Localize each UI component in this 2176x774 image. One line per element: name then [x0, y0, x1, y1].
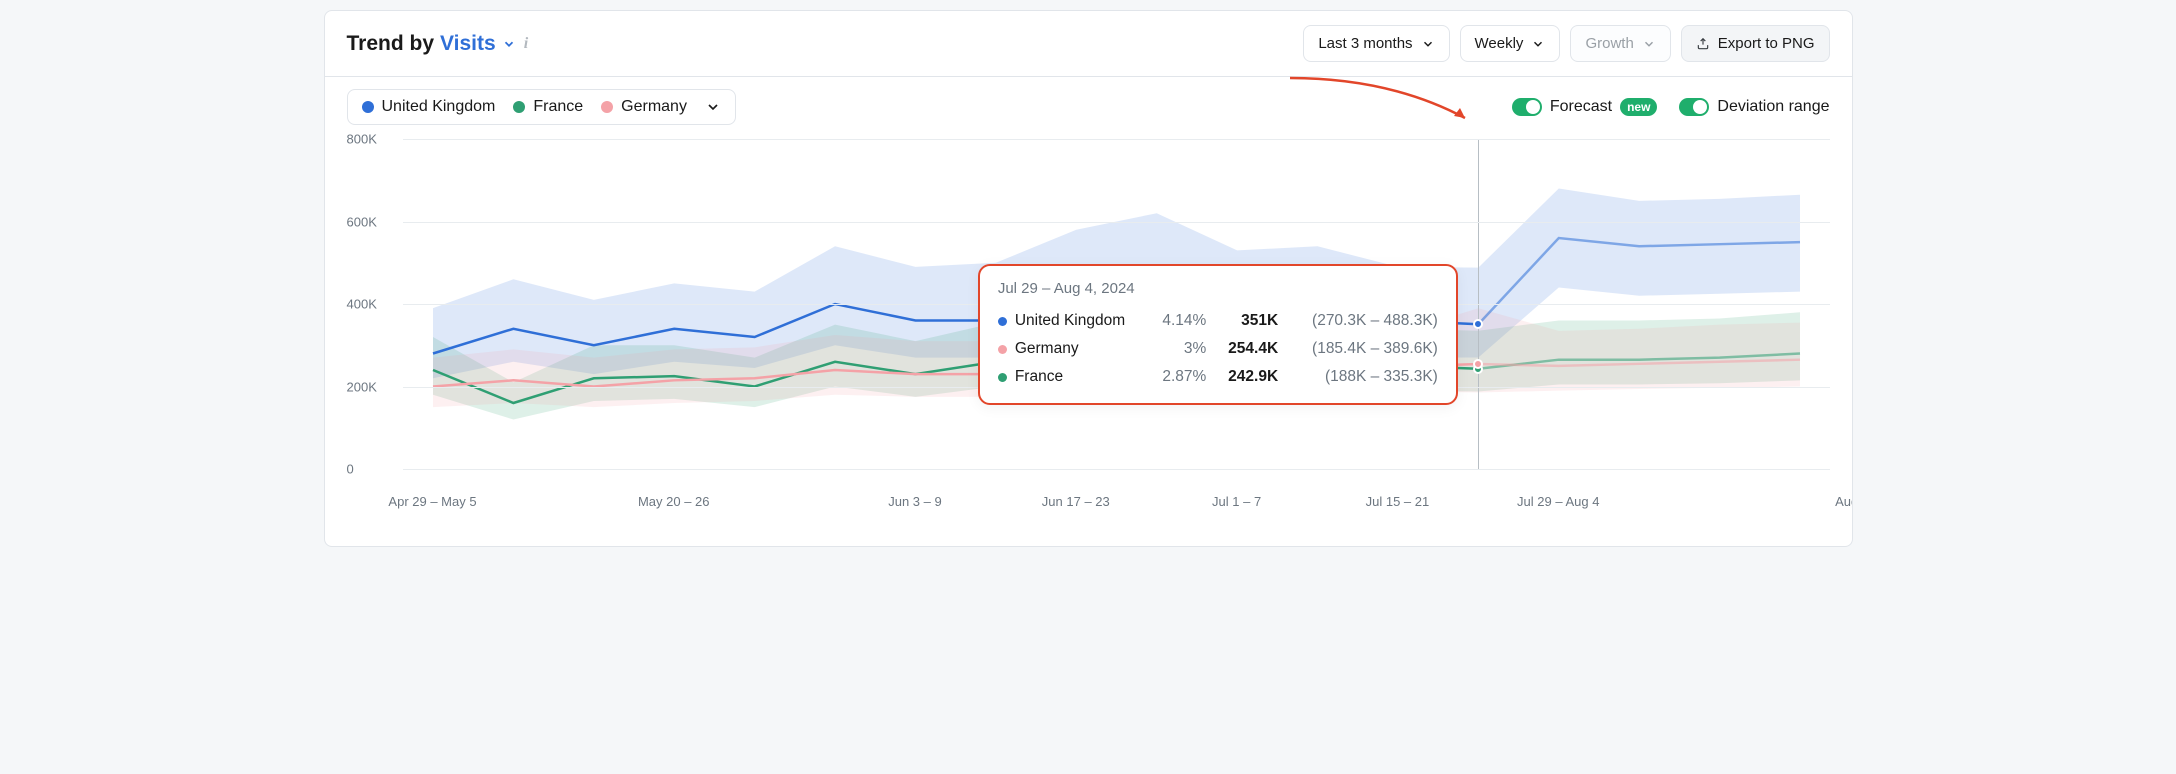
y-axis-label: 800K: [347, 132, 377, 147]
toggle-group: Forecast new Deviation range: [1512, 98, 1830, 116]
y-axis-label: 400K: [347, 297, 377, 312]
chart-tooltip: Jul 29 – Aug 4, 2024 United Kingdom4.14%3…: [978, 264, 1458, 405]
legend-row: United Kingdom France Germany: [347, 89, 1830, 125]
legend-dot: [362, 101, 374, 113]
metric-dropdown[interactable]: Visits: [440, 32, 516, 56]
y-axis-label: 0: [347, 462, 354, 477]
tooltip-row: France2.87%242.9K(188K – 335.3K): [998, 363, 1438, 391]
y-axis-label: 600K: [347, 214, 377, 229]
x-axis-label: Jul 1 – 7: [1212, 494, 1261, 509]
card-header: Trend by Visits i Last 3 months Weekly G…: [325, 11, 1852, 77]
granularity-label: Weekly: [1475, 35, 1524, 52]
y-axis-label: 200K: [347, 379, 377, 394]
legend-selector[interactable]: United Kingdom France Germany: [347, 89, 736, 125]
card-body: United Kingdom France Germany: [325, 77, 1852, 546]
granularity-dropdown[interactable]: Weekly: [1460, 25, 1561, 62]
chevron-down-icon: [1421, 37, 1435, 51]
x-axis-label: Jun 17 – 23: [1042, 494, 1110, 509]
legend-dot: [513, 101, 525, 113]
legend-label: France: [533, 98, 583, 116]
tooltip-date: Jul 29 – Aug 4, 2024: [998, 280, 1438, 297]
trend-chart[interactable]: 0200K400K600K800KApr 29 – May 5May 20 – …: [347, 139, 1830, 509]
toggle-switch-icon: [1512, 98, 1542, 116]
forecast-label: Forecast: [1550, 98, 1612, 116]
growth-dropdown[interactable]: Growth: [1570, 25, 1670, 62]
legend-dot: [601, 101, 613, 113]
x-axis-label: Jul 29 – Aug 4: [1517, 494, 1599, 509]
date-range-dropdown[interactable]: Last 3 months: [1303, 25, 1449, 62]
legend-label: Germany: [621, 98, 687, 116]
x-axis-label: Aug 26 – Sep 1: [1835, 494, 1852, 509]
x-axis-label: Apr 29 – May 5: [388, 494, 476, 509]
deviation-label: Deviation range: [1717, 98, 1829, 116]
hover-marker: [1473, 319, 1483, 329]
x-axis-label: Jun 3 – 9: [888, 494, 942, 509]
export-button[interactable]: Export to PNG: [1681, 25, 1830, 62]
legend-item-uk[interactable]: United Kingdom: [362, 98, 496, 116]
growth-label: Growth: [1585, 35, 1633, 52]
title-prefix: Trend by: [347, 32, 435, 56]
new-badge: new: [1620, 98, 1657, 116]
trend-card: Trend by Visits i Last 3 months Weekly G…: [324, 10, 1853, 547]
deviation-toggle[interactable]: Deviation range: [1679, 98, 1829, 116]
forecast-toggle[interactable]: Forecast new: [1512, 98, 1658, 116]
export-icon: [1696, 37, 1710, 51]
x-axis-label: May 20 – 26: [638, 494, 710, 509]
x-axis-label: Jul 15 – 21: [1366, 494, 1430, 509]
export-label: Export to PNG: [1718, 35, 1815, 52]
legend-item-germany[interactable]: Germany: [601, 98, 687, 116]
metric-label: Visits: [440, 32, 496, 56]
tooltip-row: Germany3%254.4K(185.4K – 389.6K): [998, 335, 1438, 363]
legend-item-france[interactable]: France: [513, 98, 583, 116]
chevron-down-icon: [1531, 37, 1545, 51]
hover-marker: [1473, 359, 1483, 369]
tooltip-row: United Kingdom4.14%351K(270.3K – 488.3K): [998, 307, 1438, 335]
card-title: Trend by Visits i: [347, 32, 529, 56]
date-range-label: Last 3 months: [1318, 35, 1412, 52]
legend-label: United Kingdom: [382, 98, 496, 116]
info-icon[interactable]: i: [524, 35, 528, 53]
chevron-down-icon: [502, 37, 516, 51]
chevron-down-icon: [1642, 37, 1656, 51]
toggle-switch-icon: [1679, 98, 1709, 116]
chevron-down-icon: [705, 99, 721, 115]
